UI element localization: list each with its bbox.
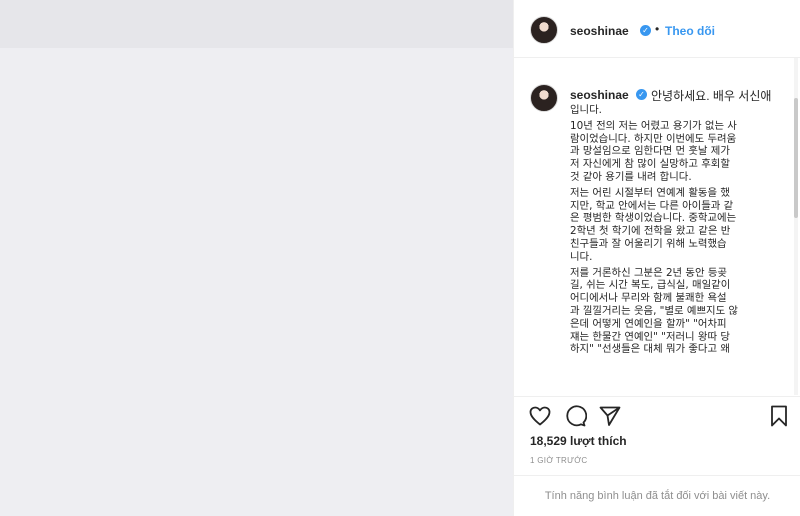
caption-text: 입니다. 10년 전의 저는 어렸고 용기가 없는 사 람이었습니다. 하지만 이번… <box>570 104 770 356</box>
post-timestamp[interactable]: 1 GIỜ TRƯỚC <box>530 456 588 465</box>
verified-badge-icon: ✓ <box>640 25 651 36</box>
caption-line: 은 평범한 학생이었습니다. 중학교에는 <box>570 212 737 225</box>
caption-line: 과 망설임으로 임한다면 먼 훗날 제가 <box>570 145 730 158</box>
caption-lead-text: 안녕하세요. 배우 서신애 <box>651 89 772 103</box>
post-media[interactable] <box>0 0 513 516</box>
caption-avatar[interactable] <box>530 84 558 112</box>
caption-line: 저를 거론하신 그분은 2년 동안 등곶 <box>570 266 727 279</box>
comments-disabled-notice: Tính năng bình luận đã tắt đối với bài v… <box>514 475 800 516</box>
caption-line: 10년 전의 저는 어렸고 용기가 없는 사 <box>570 119 737 132</box>
follow-button[interactable]: Theo dõi <box>665 24 715 38</box>
caption-line: 어디에서나 무리와 함께 불쾌한 욕설 <box>570 292 727 305</box>
caption-line: 저 자신에게 참 많이 실망하고 후회할 <box>570 158 730 171</box>
caption-line: 지만, 학교 안에서는 다른 아이들과 같 <box>570 199 734 212</box>
verified-badge-icon: ✓ <box>636 89 647 100</box>
caption-line: 친구들과 잘 어울리기 위해 노력했습 <box>570 237 727 250</box>
caption-line: 은데 어떻게 연예인을 할까" "어차피 <box>570 317 727 330</box>
scrollbar[interactable] <box>793 58 799 395</box>
caption-line: 입니다. <box>570 104 602 116</box>
caption-line: 하지" "선생들은 대체 뭐가 좋다고 왜 <box>570 343 730 356</box>
media-top-strip <box>0 0 513 48</box>
caption-line: 것 같아 용기를 내려 합니다. <box>570 170 692 183</box>
caption-line: 람이었습니다. 하지만 이번에도 두려움 <box>570 132 737 145</box>
caption-line: 과 낄낄거리는 웃음, "별로 예쁘지도 않 <box>570 304 738 317</box>
caption-line: 2학년 첫 학기에 전학을 왔고 같은 반 <box>570 225 731 238</box>
bookmark-icon[interactable] <box>767 404 791 428</box>
profile-avatar[interactable] <box>530 16 558 44</box>
heart-icon[interactable] <box>528 404 552 428</box>
caption-line: 저는 어린 시절부터 연예계 활동을 했 <box>570 186 730 199</box>
post-side-panel: seoshinae ✓ • Theo dõi seoshinae ✓ 안녕하세요… <box>513 0 800 516</box>
share-icon[interactable] <box>598 404 622 428</box>
caption-line: 길, 쉬는 시간 복도, 급식실, 매일같이 <box>570 279 731 292</box>
separator-dot: • <box>655 22 660 36</box>
caption-line: 니다. <box>570 250 593 263</box>
comment-icon[interactable] <box>563 404 587 428</box>
post-actions: 18,529 lượt thích 1 GIỜ TRƯỚC <box>514 396 800 486</box>
header-username[interactable]: seoshinae <box>570 24 629 38</box>
caption-username[interactable]: seoshinae <box>570 88 629 102</box>
caption-line: 쟤는 한물간 연예인" "저러니 왕따 당 <box>570 330 730 343</box>
post-header: seoshinae ✓ • Theo dõi <box>514 0 800 58</box>
caption-area[interactable]: seoshinae ✓ 안녕하세요. 배우 서신애 입니다. 10년 전의 저는 … <box>514 58 800 395</box>
likes-count[interactable]: 18,529 lượt thích <box>530 434 627 448</box>
